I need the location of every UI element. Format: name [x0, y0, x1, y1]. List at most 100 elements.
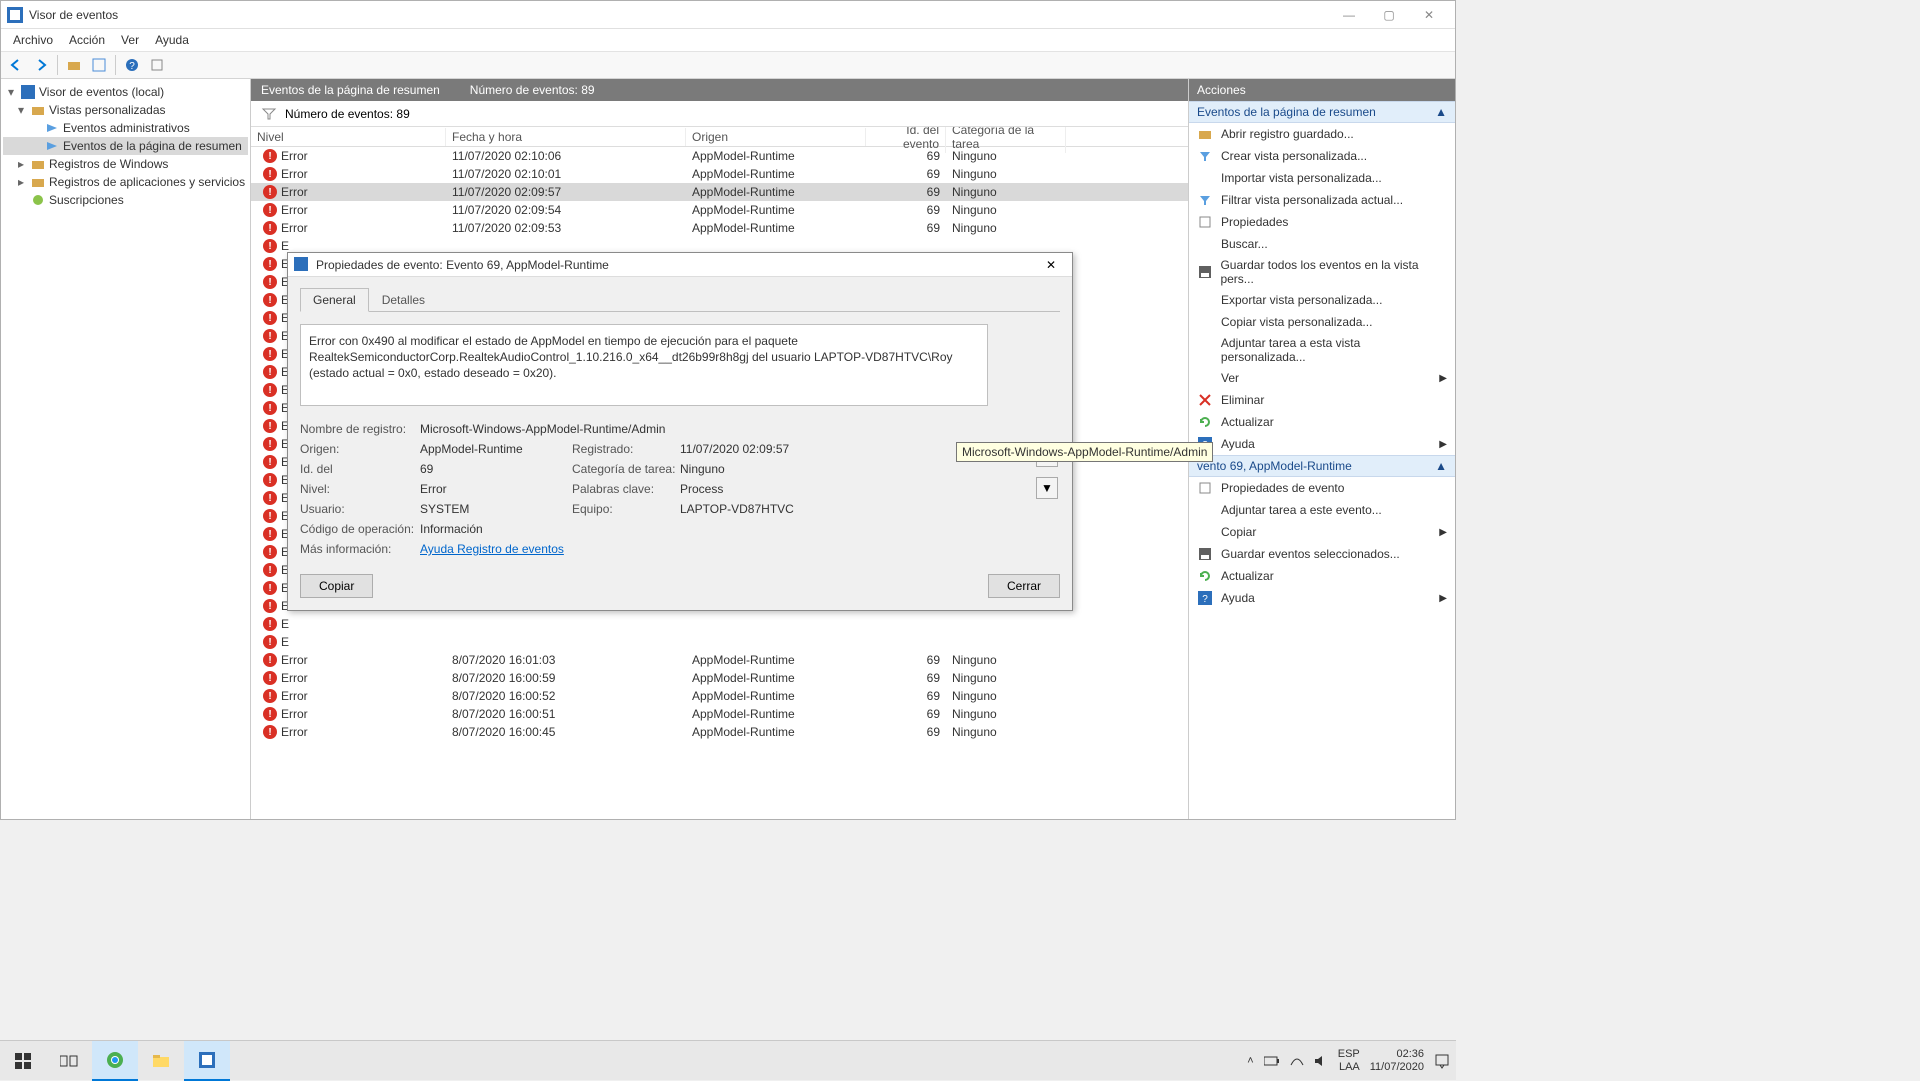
lang-secondary[interactable]: LAA: [1339, 1061, 1360, 1073]
collapse-icon[interactable]: ▲: [1435, 105, 1447, 119]
toolbar-btn-4[interactable]: [146, 54, 168, 76]
minimize-button[interactable]: —: [1329, 2, 1369, 28]
help-button[interactable]: ?: [121, 54, 143, 76]
table-row[interactable]: !Error11/07/2020 02:10:06AppModel-Runtim…: [251, 147, 1188, 165]
action-item[interactable]: Guardar todos los eventos en la vista pe…: [1189, 255, 1455, 289]
val-taskcat: Ninguno: [680, 462, 830, 476]
table-row[interactable]: !Error8/07/2020 16:00:59AppModel-Runtime…: [251, 669, 1188, 687]
dialog-titlebar[interactable]: Propiedades de evento: Evento 69, AppMod…: [288, 253, 1072, 277]
action-item[interactable]: ?Ayuda▶: [1189, 433, 1455, 455]
toolbar-btn-2[interactable]: [88, 54, 110, 76]
action-item[interactable]: Eliminar: [1189, 389, 1455, 411]
action-item[interactable]: Exportar vista personalizada...: [1189, 289, 1455, 311]
tree-pane[interactable]: ▾Visor de eventos (local) ▾Vistas person…: [1, 79, 251, 819]
actions-title: Acciones: [1189, 79, 1455, 101]
lang-primary[interactable]: ESP: [1338, 1048, 1360, 1060]
toolbar-btn-1[interactable]: [63, 54, 85, 76]
error-icon: !: [263, 671, 277, 685]
action-item[interactable]: Adjuntar tarea a este evento...: [1189, 499, 1455, 521]
table-row[interactable]: !Error11/07/2020 02:09:54AppModel-Runtim…: [251, 201, 1188, 219]
action-item[interactable]: Copiar▶: [1189, 521, 1455, 543]
tab-details[interactable]: Detalles: [369, 288, 438, 312]
actions-section-event[interactable]: vento 69, AppModel-Runtime▲: [1189, 455, 1455, 477]
action-icon: [1197, 292, 1213, 308]
col-date[interactable]: Fecha y hora: [446, 128, 686, 146]
lbl-origin: Origen:: [300, 442, 416, 456]
start-button[interactable]: [0, 1041, 46, 1081]
col-level[interactable]: Nivel: [251, 128, 446, 146]
col-origin[interactable]: Origen: [686, 128, 866, 146]
copy-button[interactable]: Copiar: [300, 574, 373, 598]
wifi-icon[interactable]: [1290, 1055, 1304, 1067]
volume-icon[interactable]: [1314, 1055, 1328, 1067]
error-icon: !: [263, 689, 277, 703]
notifications-icon[interactable]: [1434, 1053, 1450, 1069]
tree-summary-events[interactable]: Eventos de la página de resumen: [3, 137, 248, 155]
error-icon: !: [263, 347, 277, 361]
error-icon: !: [263, 293, 277, 307]
list-header: Eventos de la página de resumen Número d…: [251, 79, 1188, 101]
back-button[interactable]: [5, 54, 27, 76]
action-item[interactable]: Ver▶: [1189, 367, 1455, 389]
table-row[interactable]: !Error11/07/2020 02:10:01AppModel-Runtim…: [251, 165, 1188, 183]
error-icon: !: [263, 275, 277, 289]
error-icon: !: [263, 239, 277, 253]
clock-time[interactable]: 02:36: [1396, 1048, 1424, 1060]
chrome-icon[interactable]: [92, 1041, 138, 1081]
table-row[interactable]: !Error11/07/2020 02:09:57AppModel-Runtim…: [251, 183, 1188, 201]
collapse-icon[interactable]: ▲: [1435, 459, 1447, 473]
table-row[interactable]: !E: [251, 615, 1188, 633]
dialog-close-button[interactable]: ✕: [1036, 254, 1066, 276]
close-button[interactable]: Cerrar: [988, 574, 1060, 598]
tab-general[interactable]: General: [300, 288, 369, 312]
forward-button[interactable]: [30, 54, 52, 76]
action-icon: [1197, 414, 1213, 430]
menu-archivo[interactable]: Archivo: [5, 31, 61, 49]
next-event-button[interactable]: ▼: [1036, 477, 1058, 499]
tree-win-logs[interactable]: ▸Registros de Windows: [3, 155, 248, 173]
tree-admin-events[interactable]: Eventos administrativos: [3, 119, 248, 137]
clock-date[interactable]: 11/07/2020: [1370, 1061, 1424, 1073]
val-logname: Microsoft-Windows-AppModel-Runtime/Admin: [420, 422, 830, 436]
action-item[interactable]: ?Ayuda▶: [1189, 587, 1455, 609]
titlebar: Visor de eventos — ▢ ✕: [1, 1, 1455, 29]
tray-chevron-icon[interactable]: ˄: [1247, 1055, 1253, 1067]
maximize-button[interactable]: ▢: [1369, 2, 1409, 28]
table-row[interactable]: !Error11/07/2020 02:09:53AppModel-Runtim…: [251, 219, 1188, 237]
event-message[interactable]: Error con 0x490 al modificar el estado d…: [300, 324, 988, 406]
taskview-icon[interactable]: [46, 1041, 92, 1081]
battery-icon[interactable]: [1264, 1056, 1280, 1066]
action-item[interactable]: Abrir registro guardado...: [1189, 123, 1455, 145]
tree-custom-views[interactable]: ▾Vistas personalizadas: [3, 101, 248, 119]
table-row[interactable]: !Error8/07/2020 16:00:45AppModel-Runtime…: [251, 723, 1188, 741]
table-row[interactable]: !Error8/07/2020 16:00:52AppModel-Runtime…: [251, 687, 1188, 705]
action-item[interactable]: Adjuntar tarea a esta vista personalizad…: [1189, 333, 1455, 367]
link-moreinfo[interactable]: Ayuda Registro de eventos: [420, 542, 564, 556]
tree-app-logs[interactable]: ▸Registros de aplicaciones y servicios: [3, 173, 248, 191]
table-row[interactable]: !Error8/07/2020 16:00:51AppModel-Runtime…: [251, 705, 1188, 723]
error-icon: !: [263, 509, 277, 523]
menu-ayuda[interactable]: Ayuda: [147, 31, 197, 49]
action-item[interactable]: Crear vista personalizada...: [1189, 145, 1455, 167]
action-item[interactable]: Guardar eventos seleccionados...: [1189, 543, 1455, 565]
actions-section-view[interactable]: Eventos de la página de resumen▲: [1189, 101, 1455, 123]
error-icon: !: [263, 635, 277, 649]
explorer-icon[interactable]: [138, 1041, 184, 1081]
table-row[interactable]: !E: [251, 633, 1188, 651]
action-item[interactable]: Filtrar vista personalizada actual...: [1189, 189, 1455, 211]
tree-subscriptions[interactable]: Suscripciones: [3, 191, 248, 209]
action-item[interactable]: Propiedades de evento: [1189, 477, 1455, 499]
action-item[interactable]: Buscar...: [1189, 233, 1455, 255]
event-viewer-taskbar-icon[interactable]: [184, 1041, 230, 1081]
table-row[interactable]: !Error8/07/2020 16:01:03AppModel-Runtime…: [251, 651, 1188, 669]
lbl-opcode: Código de operación:: [300, 522, 416, 536]
tree-root[interactable]: ▾Visor de eventos (local): [3, 83, 248, 101]
action-item[interactable]: Actualizar: [1189, 565, 1455, 587]
action-item[interactable]: Importar vista personalizada...: [1189, 167, 1455, 189]
action-item[interactable]: Copiar vista personalizada...: [1189, 311, 1455, 333]
close-button[interactable]: ✕: [1409, 2, 1449, 28]
action-item[interactable]: Propiedades: [1189, 211, 1455, 233]
menu-ver[interactable]: Ver: [113, 31, 147, 49]
menu-accion[interactable]: Acción: [61, 31, 113, 49]
action-item[interactable]: Actualizar: [1189, 411, 1455, 433]
